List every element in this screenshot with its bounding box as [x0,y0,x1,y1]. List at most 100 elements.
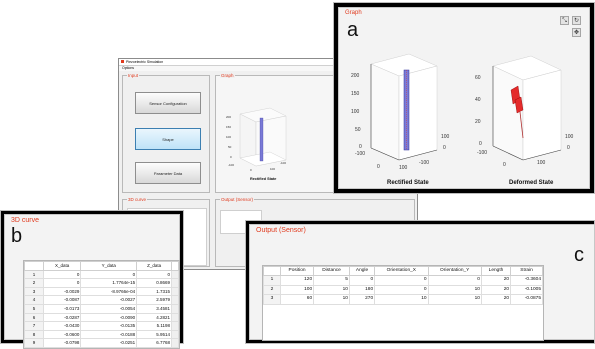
curve-row[interactable]: 9 -0.0798 -0.0251 6.7768 [24,338,179,348]
curve-row[interactable]: 1000 [24,269,179,280]
curve-row-cell[interactable]: -0.0173 [42,303,82,314]
parameter-data-button[interactable]: Parameter Data [135,162,201,184]
output-row-cell[interactable]: 270 [348,294,376,305]
curve-row-cell[interactable]: -0.0029 [42,286,82,297]
curve-row-cell[interactable]: -0.0188 [80,329,138,340]
output-row-cell[interactable]: -0.1005 [510,284,543,296]
curve-row-cell[interactable]: 0 [42,278,82,288]
curve-col-header[interactable]: Z_data [136,261,172,271]
sensor-configuration-button[interactable]: Sensor Configuration [135,92,201,114]
curve-row-cell[interactable]: -0.0798 [42,338,82,348]
curve-row-header[interactable]: 6 [24,312,44,323]
curve-row-header[interactable]: 9 [24,338,44,348]
curve-row-cell[interactable]: -0.0087 [42,295,82,305]
output-row-cell[interactable]: 5 [313,275,350,286]
curve-row-header[interactable]: 5 [24,303,44,314]
output-col-header[interactable]: Angle [348,265,376,277]
curve-row-cell[interactable]: 1.7764e-15 [80,278,138,288]
curve-row[interactable]: 7 -0.0430 -0.0135 5.1198 [24,321,179,331]
output-row[interactable]: 1 120 5 0 0 0 20 -0.3604 [263,275,543,286]
curve-row[interactable]: 6 -0.0287 -0.0090 4.2821 [24,312,179,323]
output-table[interactable]: Position Distance Angle Orientation_X Or… [262,265,544,341]
output-row-cell[interactable]: -0.3604 [510,275,543,286]
curve-col-header[interactable]: X_data [42,261,82,271]
output-row-header[interactable]: 1 [263,275,281,286]
curve-row-cell[interactable]: -0.0251 [80,338,138,348]
shape-button[interactable]: Shape [135,128,201,150]
output-row[interactable]: 2 100 10 180 0 10 20 -0.1005 [263,284,543,296]
output-row-header[interactable]: 3 [263,294,281,305]
curve-row-cell[interactable]: 4.2821 [136,312,172,323]
curve-row[interactable]: 8 -0.0600 -0.0188 5.9514 [24,329,179,340]
output-row-cell[interactable]: 20 [480,284,512,296]
curve-row[interactable]: 5 -0.0173 -0.0054 3.4581 [24,303,179,314]
scrollbar-cell[interactable] [171,295,179,305]
scrollbar-cell[interactable] [171,286,179,297]
output-col-header[interactable]: Strain [510,265,543,277]
scrollbar-cell[interactable] [171,278,179,288]
scrollbar-cell[interactable] [171,269,179,280]
curve-row-cell[interactable]: -0.0287 [42,312,82,323]
curve-row-cell[interactable]: 1.7315 [136,286,172,297]
curve-row-cell[interactable]: -0.0600 [42,329,82,340]
scrollbar-cell[interactable] [171,312,179,323]
output-row-cell[interactable]: 100 [279,284,315,296]
curve-row[interactable]: 2 0 1.7764e-15 0.8669 [24,278,179,288]
output-row-cell[interactable]: 120 [279,275,315,286]
curve-row-cell[interactable]: 3.4581 [136,303,172,314]
output-row-cell[interactable]: 10 [313,294,350,305]
curve-row[interactable]: 4 -0.0087 -0.0027 2.5979 [24,295,179,305]
curve-row-cell[interactable]: 0 [80,269,138,280]
curve-row-header[interactable]: 1 [24,269,44,280]
output-row-cell[interactable]: 0 [427,275,482,286]
scrollbar-cell[interactable] [171,329,179,340]
curve-row-cell[interactable]: 0 [42,269,82,280]
output-col-header[interactable]: Orientation_X [374,265,429,277]
curve-row-cell[interactable]: 6.7768 [136,338,172,348]
rotate-button[interactable]: ↻ [572,16,581,25]
scrollbar-cell[interactable] [171,338,179,348]
curve-col-header[interactable]: Y_data [80,261,138,271]
zoom-button[interactable]: ⤡ [560,16,569,25]
curve-row[interactable]: 3 -0.0029 -8.9766e-04 1.7315 [24,286,179,297]
output-col-header[interactable]: Length [480,265,512,277]
output-col-header[interactable]: Orientation_Y [427,265,482,277]
curve-row-cell[interactable]: -8.9766e-04 [80,286,138,297]
output-row-cell[interactable]: 0 [348,275,376,286]
curve-row-header[interactable]: 4 [24,295,44,305]
curve-table[interactable]: X_data Y_data Z_data 1 0 0 0 2 0 1.7764e-15 0.8… [23,260,180,349]
output-row-cell[interactable]: 10 [427,294,482,305]
output-row-cell[interactable]: 20 [480,294,512,305]
output-row-header[interactable]: 2 [263,284,281,296]
output-row-cell[interactable]: 10 [313,284,350,296]
curve-row-header[interactable]: 7 [24,321,44,331]
curve-row-header[interactable]: 8 [24,329,44,340]
curve-row-cell[interactable]: -0.0054 [80,303,138,314]
scrollbar-cell[interactable] [171,321,179,331]
menu-options[interactable]: Options [122,66,134,70]
output-row-cell[interactable]: -0.0875 [510,294,543,305]
output-row-cell[interactable]: 10 [374,294,429,305]
curve-row-cell[interactable]: -0.0027 [80,295,138,305]
curve-row-cell[interactable]: 0.8669 [136,278,172,288]
pan-button[interactable]: ✥ [572,28,581,37]
output-row-cell[interactable]: 60 [279,294,315,305]
curve-row-cell[interactable]: 5.1198 [136,321,172,331]
curve-row-cell[interactable]: 2.5979 [136,295,172,305]
output-row[interactable]: 3 60 10 270 10 10 20 -0.0875 [263,294,543,305]
output-row-cell[interactable]: 10 [427,284,482,296]
scrollbar-cell[interactable] [171,303,179,314]
output-row-cell[interactable]: 0 [374,284,429,296]
curve-row-cell[interactable]: 5.9514 [136,329,172,340]
curve-row-header[interactable]: 2 [24,278,44,288]
output-row-cell[interactable]: 0 [374,275,429,286]
output-row-cell[interactable]: 180 [348,284,376,296]
output-col-header[interactable]: Position [279,265,315,277]
curve-row-cell[interactable]: -0.0135 [80,321,138,331]
output-row-cell[interactable]: 20 [480,275,512,286]
curve-row-cell[interactable]: -0.0090 [80,312,138,323]
curve-row-header[interactable]: 3 [24,286,44,297]
output-col-header[interactable]: Distance [313,265,350,277]
curve-row-cell[interactable]: -0.0430 [42,321,82,331]
curve-row-cell[interactable]: 0 [136,269,172,280]
